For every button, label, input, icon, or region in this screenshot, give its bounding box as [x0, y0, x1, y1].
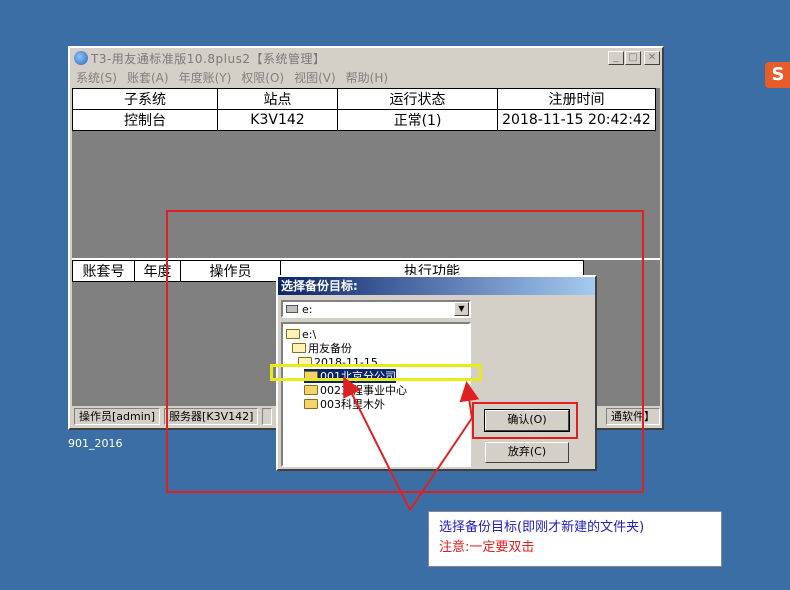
open-folder-icon: [292, 343, 306, 353]
app-icon: [74, 51, 88, 65]
menu-account[interactable]: 账套(A): [127, 69, 169, 86]
maximize-button[interactable]: □: [625, 51, 641, 65]
chevron-down-icon[interactable]: ▼: [454, 302, 469, 316]
tree-node-label: 用友备份: [308, 342, 352, 355]
menu-bar: 系统(S) 账套(A) 年度账(Y) 权限(O) 视图(V) 帮助(H): [70, 68, 662, 87]
col-header-site: 站点: [217, 88, 338, 110]
tree-node[interactable]: 003科里木外: [304, 397, 385, 411]
table-row[interactable]: 控制台 K3V142 正常(1) 2018-11-15 20:42:42: [72, 109, 656, 131]
tree-node[interactable]: 用友备份: [292, 341, 352, 355]
window-title: T3-用友通标准版10.8plus2【系统管理】: [91, 51, 326, 66]
table-header-row: 子系统 站点 运行状态 注册时间: [72, 88, 656, 110]
cell-subsystem: 控制台: [72, 109, 218, 131]
cancel-button[interactable]: 放弃(C): [485, 442, 569, 463]
folder-icon: [304, 385, 318, 395]
menu-view[interactable]: 视图(V): [294, 69, 336, 86]
folder-icon: [304, 399, 318, 409]
dialog-title: 选择备份目标:: [278, 277, 595, 295]
annotation-callout: 选择备份目标(即刚才新建的文件夹) 注意:一定要双击: [428, 511, 722, 567]
annotation-selection-highlight: [270, 364, 482, 381]
tree-node-label: e:\: [302, 327, 317, 341]
drive-icon: [286, 305, 298, 313]
drive-select[interactable]: e: ▼: [281, 300, 471, 318]
col-header-status: 运行状态: [337, 88, 498, 110]
folder-tree[interactable]: e:\ 用友备份 2018-11-15 001北京分公司 002工程事业中心 0…: [281, 322, 471, 467]
window-titlebar[interactable]: T3-用友通标准版10.8plus2【系统管理】 _ □ ✕: [70, 48, 662, 68]
callout-line-2: 注意:一定要双击: [439, 540, 535, 555]
col-header-subsystem: 子系统: [72, 88, 218, 110]
cell-site: K3V142: [217, 109, 338, 131]
col-header-register-time: 注册时间: [497, 88, 656, 110]
desktop-label: 901_2016: [68, 437, 123, 450]
col-header-account-no: 账套号: [72, 260, 135, 282]
menu-system[interactable]: 系统(S): [76, 69, 117, 86]
close-button[interactable]: ✕: [644, 51, 660, 65]
cell-register-time: 2018-11-15 20:42:42: [497, 109, 656, 131]
sogou-ime-icon[interactable]: S: [765, 62, 790, 88]
annotation-ok-box: [472, 402, 578, 439]
open-folder-icon: [286, 329, 300, 339]
minimize-button[interactable]: _: [608, 51, 624, 65]
menu-help[interactable]: 帮助(H): [346, 69, 388, 86]
tree-node[interactable]: 002工程事业中心: [304, 383, 407, 397]
cell-status: 正常(1): [337, 109, 498, 131]
menu-year-account[interactable]: 年度账(Y): [179, 69, 232, 86]
menu-permission[interactable]: 权限(O): [241, 69, 284, 86]
tree-node[interactable]: e:\: [286, 327, 316, 341]
callout-line-1: 选择备份目标(即刚才新建的文件夹): [439, 520, 645, 535]
tree-node-label: 003科里木外: [320, 398, 385, 411]
drive-select-value: e:: [302, 302, 313, 316]
status-operator: 操作员[admin]: [74, 407, 161, 425]
